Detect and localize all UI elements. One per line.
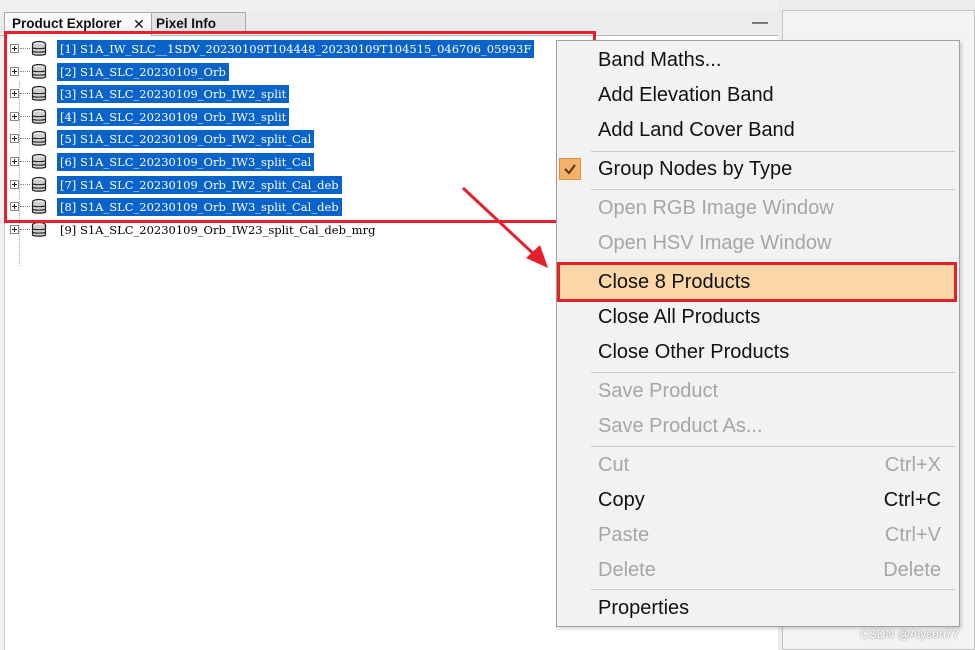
context-menu: Band Maths... Add Elevation Band Add Lan… — [556, 40, 960, 627]
menu-item-add-land-cover-band[interactable]: Add Land Cover Band — [557, 113, 957, 147]
tab-product-explorer-label: Product Explorer — [12, 16, 122, 31]
checkmark-icon — [559, 158, 581, 180]
expand-icon[interactable] — [10, 202, 19, 212]
tree-connector-line — [19, 82, 20, 266]
menu-item-save-product-as: Save Product As... — [557, 409, 957, 443]
database-icon — [30, 63, 48, 81]
expand-icon[interactable] — [10, 111, 19, 121]
menu-separator — [591, 263, 955, 264]
tab-product-explorer[interactable]: Product Explorer ✕ — [4, 12, 152, 36]
tree-row-label: [3] S1A_SLC_20230109_Orb_IW2_split — [57, 85, 290, 104]
menu-item-shortcut: Ctrl+X — [884, 454, 941, 476]
menu-item-save-product: Save Product — [557, 374, 957, 408]
menu-item-open-rgb-image-window: Open RGB Image Window — [557, 191, 957, 225]
tree-row-label: [2] S1A_SLC_20230109_Orb — [57, 62, 229, 81]
tab-bar: Product Explorer ✕ Pixel Info — — [0, 12, 778, 36]
menu-separator — [591, 446, 955, 447]
tab-pixel-info-label: Pixel Info — [156, 16, 217, 31]
menu-item-open-hsv-image-window: Open HSV Image Window — [557, 226, 957, 260]
menu-item-cut: Cut Ctrl+X — [557, 448, 957, 482]
menu-item-label: Group Nodes by Type — [598, 158, 793, 180]
menu-separator — [591, 589, 955, 590]
expand-icon[interactable] — [10, 224, 19, 234]
tree-connector — [20, 161, 30, 162]
tree-row-label: [4] S1A_SLC_20230109_Orb_IW3_split — [57, 107, 290, 126]
database-icon — [30, 153, 48, 171]
tree-connector — [20, 70, 30, 72]
expand-icon[interactable] — [10, 89, 19, 99]
menu-item-group-nodes-by-type[interactable]: Group Nodes by Type — [557, 152, 957, 186]
expand-icon[interactable] — [10, 179, 19, 189]
tree-row-label: [7] S1A_SLC_20230109_Orb_IW2_split_Cal_d… — [57, 175, 342, 194]
menu-item-label: Save Product — [598, 380, 719, 402]
tree-row-label: [9] S1A_SLC_20230109_Orb_IW23_split_Cal_… — [60, 222, 376, 237]
menu-item-close-all-products[interactable]: Close All Products — [557, 300, 957, 334]
menu-item-label: Properties — [598, 597, 690, 619]
menu-item-band-maths[interactable]: Band Maths... — [557, 43, 957, 77]
menu-item-label: Delete — [598, 559, 656, 581]
menu-item-label: Close All Products — [598, 306, 761, 328]
tree-row-label: [8] S1A_SLC_20230109_Orb_IW3_split_Cal_d… — [57, 198, 342, 217]
tree-connector — [20, 93, 30, 95]
close-icon[interactable]: ✕ — [133, 13, 145, 35]
database-icon — [30, 198, 48, 216]
menu-separator — [591, 372, 955, 373]
expand-icon[interactable] — [10, 157, 19, 166]
menu-item-close-8-products[interactable]: Close 8 Products — [557, 265, 957, 299]
menu-item-label: Add Land Cover Band — [598, 119, 795, 141]
expand-icon[interactable] — [10, 66, 19, 76]
menu-item-label: Band Maths... — [598, 49, 722, 71]
database-icon — [30, 108, 48, 126]
tree-connector — [20, 138, 30, 140]
menu-item-label: Open HSV Image Window — [598, 232, 832, 254]
menu-item-delete: Delete Delete — [557, 553, 957, 587]
menu-item-paste: Paste Ctrl+V — [557, 518, 957, 552]
database-icon — [30, 221, 48, 239]
menu-item-label: Add Elevation Band — [598, 84, 774, 106]
menu-item-label: Cut — [598, 454, 630, 476]
expand-icon[interactable] — [10, 134, 19, 144]
tree-connector — [20, 183, 30, 185]
menu-item-shortcut: Ctrl+V — [884, 524, 941, 546]
menu-item-properties[interactable]: Properties — [557, 591, 957, 625]
menu-item-shortcut: Ctrl+C — [883, 489, 941, 511]
menu-item-copy[interactable]: Copy Ctrl+C — [557, 483, 957, 517]
minimize-icon[interactable]: — — [752, 15, 768, 32]
expand-icon[interactable] — [10, 44, 19, 53]
tree-connector — [20, 115, 30, 117]
tab-pixel-info[interactable]: Pixel Info — [152, 12, 246, 34]
menu-item-label: Copy — [598, 489, 645, 511]
menu-item-label: Close 8 Products — [598, 271, 751, 293]
tree-row-label: [1] S1A_IW_SLC__1SDV_20230109T104448_202… — [57, 40, 535, 58]
database-icon — [30, 176, 48, 194]
menu-item-label: Open RGB Image Window — [598, 197, 834, 219]
database-icon — [30, 40, 48, 58]
tree-connector — [20, 48, 30, 49]
menu-item-label: Save Product As... — [598, 415, 763, 437]
menu-item-label: Paste — [598, 524, 650, 546]
watermark: CSDN @Alyson77 — [860, 627, 959, 641]
menu-item-label: Close Other Products — [598, 341, 790, 363]
database-icon — [30, 130, 48, 148]
tree-row-label: [5] S1A_SLC_20230109_Orb_IW2_split_Cal — [57, 130, 315, 149]
tree-connector — [20, 206, 30, 208]
tree-row-label: [6] S1A_SLC_20230109_Orb_IW3_split_Cal — [57, 153, 315, 171]
menu-item-add-elevation-band[interactable]: Add Elevation Band — [557, 78, 957, 112]
menu-item-close-other-products[interactable]: Close Other Products — [557, 335, 957, 369]
menu-separator — [591, 189, 955, 190]
database-icon — [30, 85, 48, 103]
menu-item-shortcut: Delete — [883, 559, 941, 581]
tree-connector — [20, 228, 30, 230]
